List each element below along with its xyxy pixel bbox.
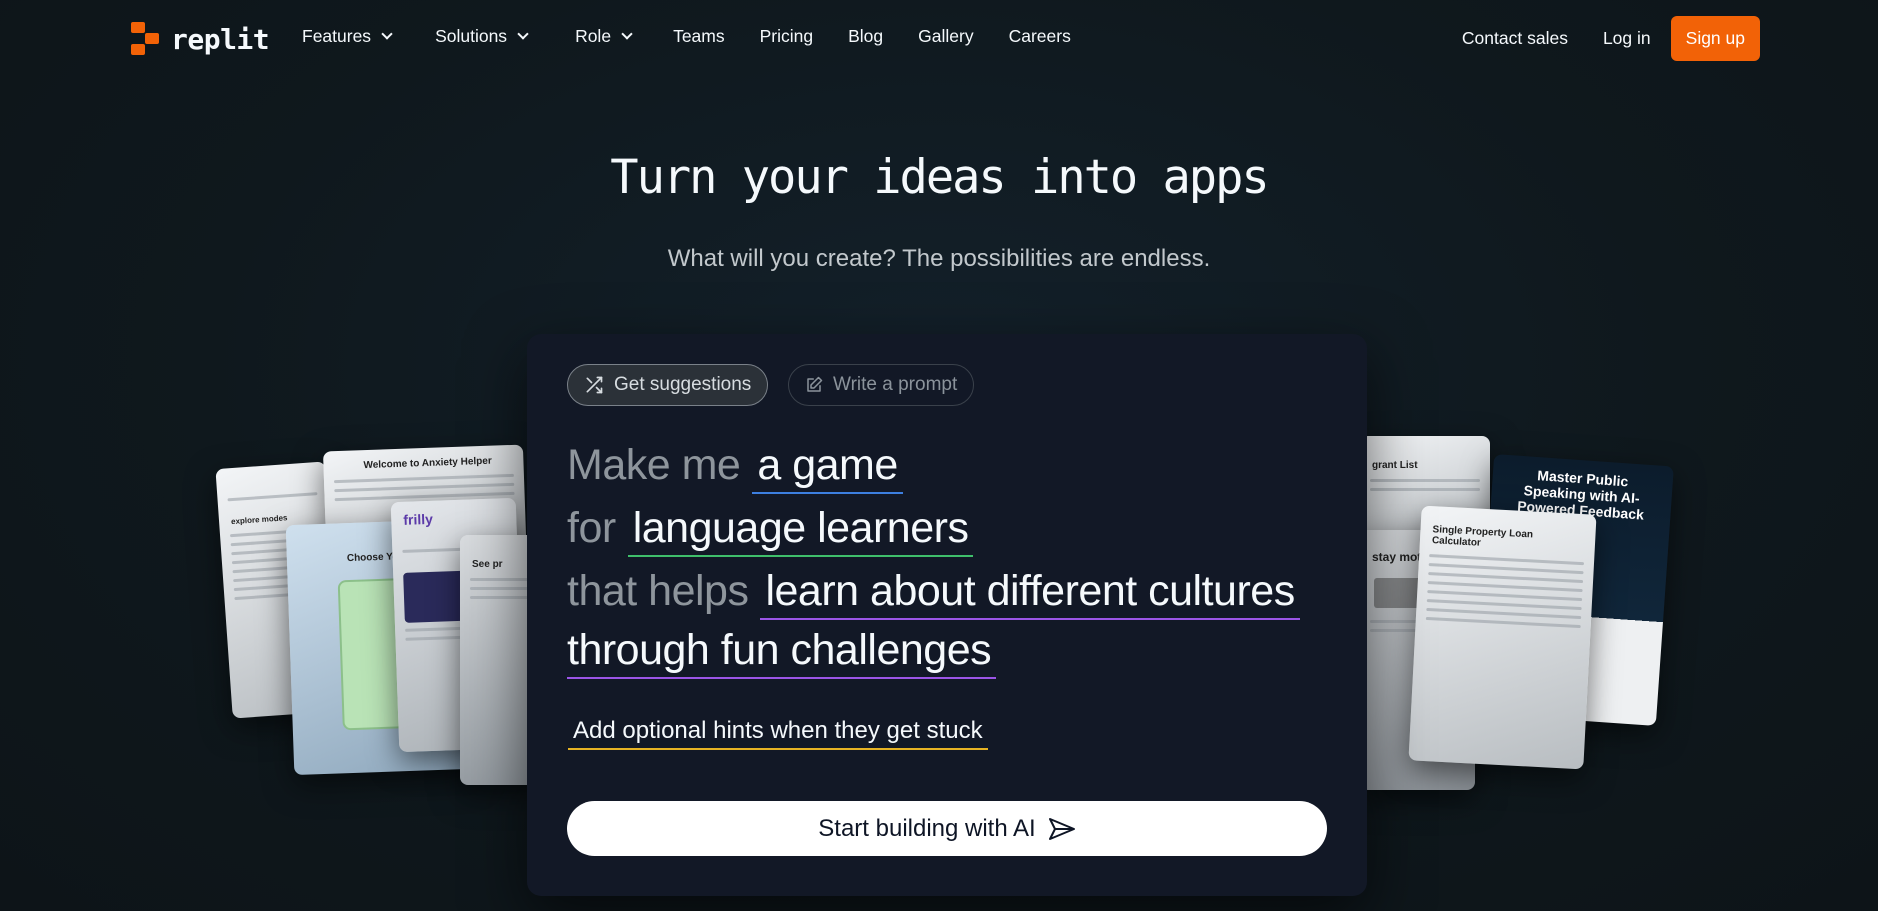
left-app-previews: explore modes Welcome to Anxiety Helper … — [215, 430, 550, 800]
chevron-down-icon — [517, 28, 529, 40]
nav-gallery[interactable]: Gallery — [918, 26, 973, 47]
prompt-static-that-helps: that helps — [567, 567, 749, 615]
nav-actions: Contact sales Log in Sign up — [1462, 16, 1760, 61]
nav-features-label: Features — [302, 26, 372, 46]
preview-card-title: Welcome to Anxiety Helper — [363, 455, 492, 472]
right-app-previews: grant List stay motivated Master Public … — [1340, 430, 1680, 800]
edit-icon — [807, 376, 823, 392]
nav-gallery-label: Gallery — [918, 26, 974, 46]
nav-role-label: Role — [575, 26, 612, 46]
prompt-line-4: through fun challenges — [567, 623, 1347, 686]
get-suggestions-tab[interactable]: Get suggestions — [567, 364, 769, 406]
preview-card-title: frilly — [403, 510, 434, 528]
nav-features[interactable]: Features — [302, 26, 393, 47]
replit-logo[interactable]: replit — [131, 22, 270, 56]
shuffle-icon — [586, 376, 603, 394]
contact-sales-link[interactable]: Contact sales — [1462, 28, 1568, 49]
replit-logo-icon — [131, 22, 161, 56]
prompt-panel: Get suggestions Write a prompt Make me a… — [527, 334, 1367, 896]
sign-up-label: Sign up — [1685, 28, 1745, 48]
nav-solutions[interactable]: Solutions — [435, 26, 529, 47]
prompt-fill-goal[interactable]: learn about different cultures — [760, 564, 1300, 620]
nav-blog[interactable]: Blog — [848, 26, 883, 47]
send-icon — [1048, 817, 1075, 840]
chevron-down-icon — [621, 28, 633, 40]
write-prompt-tab[interactable]: Write a prompt — [788, 364, 975, 406]
prompt-static-make-me: Make me — [567, 441, 741, 489]
prompt-line-1: Make me a game — [567, 434, 1347, 497]
preview-card-title: Single Property Loan Calculator — [1431, 524, 1534, 549]
hero-title: Turn your ideas into apps — [610, 150, 1269, 205]
log-in-link[interactable]: Log in — [1603, 28, 1651, 49]
prompt-line-3: that helps learn about different culture… — [567, 560, 1347, 623]
hero-subtitle: What will you create? The possibilities … — [667, 245, 1211, 272]
nav-solutions-label: Solutions — [435, 26, 508, 46]
nav-careers[interactable]: Careers — [1009, 26, 1071, 47]
preview-card-loan: Single Property Loan Calculator — [1408, 505, 1597, 770]
prompt-madlib: Make me a game for language learners tha… — [567, 434, 1347, 686]
prompt-static-for: for — [567, 504, 616, 552]
nav-blog-label: Blog — [848, 26, 884, 46]
nav-pricing-label: Pricing — [759, 26, 814, 46]
nav-teams-label: Teams — [673, 26, 725, 46]
prompt-fill-method[interactable]: through fun challenges — [567, 623, 997, 679]
nav-careers-label: Careers — [1008, 26, 1071, 46]
write-prompt-label: Write a prompt — [833, 374, 958, 395]
nav-role[interactable]: Role — [575, 26, 633, 47]
chevron-down-icon — [381, 28, 393, 40]
nav-teams[interactable]: Teams — [673, 26, 725, 47]
prompt-fill-app-type[interactable]: a game — [752, 438, 903, 494]
sign-up-button[interactable]: Sign up — [1670, 16, 1760, 61]
start-building-label: Start building with AI — [818, 814, 1036, 842]
prompt-fill-audience[interactable]: language learners — [627, 501, 974, 557]
preview-card-title: grant List — [1372, 460, 1418, 471]
get-suggestions-label: Get suggestions — [614, 374, 752, 395]
nav-pricing[interactable]: Pricing — [760, 26, 814, 47]
top-nav: replit Features Solutions Role Teams Pri… — [0, 0, 1878, 76]
logo-text: replit — [171, 22, 270, 56]
start-building-button[interactable]: Start building with AI — [567, 801, 1327, 856]
prompt-line-2: for language learners — [567, 497, 1347, 560]
nav-links: Features Solutions Role Teams Pricing Bl… — [302, 26, 1071, 47]
prompt-hint-option[interactable]: Add optional hints when they get stuck — [568, 717, 988, 750]
